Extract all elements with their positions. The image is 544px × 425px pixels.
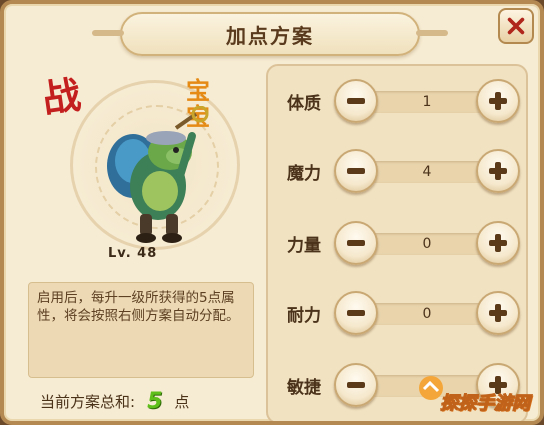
minus-icon [347,240,365,246]
plan-total-unit: 点 [174,392,190,411]
dialog-title: 加点方案 [226,23,314,48]
war-badge: 战 [39,71,84,122]
minus-icon [347,98,365,104]
title-decoration-left [92,30,124,36]
decrease-button[interactable] [334,221,378,265]
watermark-text: 探探手游网 [440,393,531,415]
plan-total-value: 5 [147,388,163,414]
increase-button[interactable] [476,221,520,265]
close-button[interactable] [498,8,534,44]
stat-label: 体质 [287,93,321,114]
stat-label: 敏捷 [287,377,321,398]
attribute-panel: 体质 1 魔力 4 力量 0 耐力 0 敏捷 [266,64,528,421]
stat-stepper: 1 [334,79,520,123]
stat-stepper: 0 [334,291,520,335]
dialog-title-bar: 加点方案 [92,12,448,56]
increase-button[interactable] [476,149,520,193]
stat-row-strength: 力量 0 [274,218,524,268]
stat-row-magic: 魔力 4 [274,146,524,196]
pet-portrait: 战 宝宝 Lv. 48 [28,60,256,270]
stat-row-endurance: 耐力 0 [274,288,524,338]
stat-label: 力量 [287,235,321,256]
plus-icon [489,304,507,322]
plan-total: 当前方案总和: 5 点 [40,388,189,414]
pet-character-image [107,106,209,243]
plan-total-label: 当前方案总和: [40,392,136,411]
stat-row-constitution: 体质 1 [274,76,524,126]
minus-icon [347,310,365,316]
stat-stepper: 4 [334,149,520,193]
plus-icon [489,234,507,252]
increase-button[interactable] [476,291,520,335]
title-decoration-right [416,30,448,36]
decrease-button[interactable] [334,149,378,193]
minus-icon [347,382,365,388]
minus-icon [347,168,365,174]
stat-label: 魔力 [287,163,321,184]
site-watermark: 探探手游网 [416,375,536,419]
close-icon [507,17,525,35]
decrease-button[interactable] [334,291,378,335]
stat-label: 耐力 [287,305,321,326]
stat-stepper: 0 [334,221,520,265]
plan-description: 启用后，每升一级所获得的5点属性，将会按照右侧方案自动分配。 [28,282,254,378]
plus-icon [489,92,507,110]
pet-level: Lv. 48 [108,246,158,261]
plus-icon [489,162,507,180]
decrease-button[interactable] [334,79,378,123]
decrease-button[interactable] [334,363,378,407]
plan-dialog: 加点方案 战 宝宝 Lv. 48 启用后，每升一级所获得的5点属性，将会按照右侧… [0,0,544,425]
increase-button[interactable] [476,79,520,123]
